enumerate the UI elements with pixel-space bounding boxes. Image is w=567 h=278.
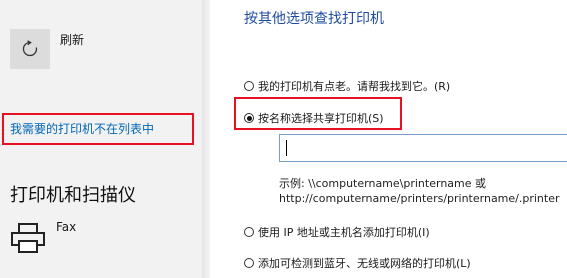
- option-label: 按名称选择共享打印机(S): [258, 112, 384, 125]
- option-older-printer[interactable]: 我的打印机有点老。请帮我找到它。(R): [244, 78, 450, 94]
- missing-printer-link[interactable]: 我需要的打印机不在列表中: [2, 113, 194, 145]
- example-text: 示例: \\computername\printername 或 http://…: [279, 176, 560, 206]
- option-label: 添加可检测到蓝牙、无线或网络的打印机(L): [258, 257, 471, 270]
- option-bluetooth-wireless[interactable]: 添加可检测到蓝牙、无线或网络的打印机(L): [244, 255, 471, 271]
- refresh-button[interactable]: [10, 29, 50, 69]
- device-label-fax[interactable]: Fax: [56, 220, 76, 234]
- option-label: 使用 IP 地址或主机名添加打印机(I): [258, 226, 430, 239]
- text-caret: [286, 140, 287, 156]
- refresh-icon: [22, 40, 38, 57]
- dialog-title: 按其他选项查找打印机: [244, 11, 384, 27]
- option-shared-by-name[interactable]: 按名称选择共享打印机(S): [244, 110, 384, 126]
- radio-button[interactable]: [244, 258, 254, 268]
- section-heading: 打印机和扫描仪: [10, 185, 136, 206]
- option-label: 我的打印机有点老。请帮我找到它。(R): [258, 80, 451, 93]
- add-printer-dialog: 按其他选项查找打印机 我的打印机有点老。请帮我找到它。(R) 按名称选择共享打印…: [210, 0, 567, 278]
- radio-button[interactable]: [244, 227, 254, 237]
- example-line-2: http://computername/printers/printername…: [279, 192, 560, 205]
- refresh-label[interactable]: 刷新: [60, 31, 84, 48]
- pane-divider: [202, 0, 210, 278]
- printer-icon[interactable]: [10, 222, 46, 254]
- printer-name-input[interactable]: [279, 134, 567, 162]
- option-ip-address[interactable]: 使用 IP 地址或主机名添加打印机(I): [244, 224, 430, 240]
- radio-button[interactable]: [244, 81, 254, 91]
- radio-button-selected[interactable]: [244, 113, 254, 123]
- example-line-1: 示例: \\computername\printername 或: [279, 177, 487, 190]
- left-pane: 刷新 我需要的打印机不在列表中 打印机和扫描仪 Fax: [0, 0, 202, 278]
